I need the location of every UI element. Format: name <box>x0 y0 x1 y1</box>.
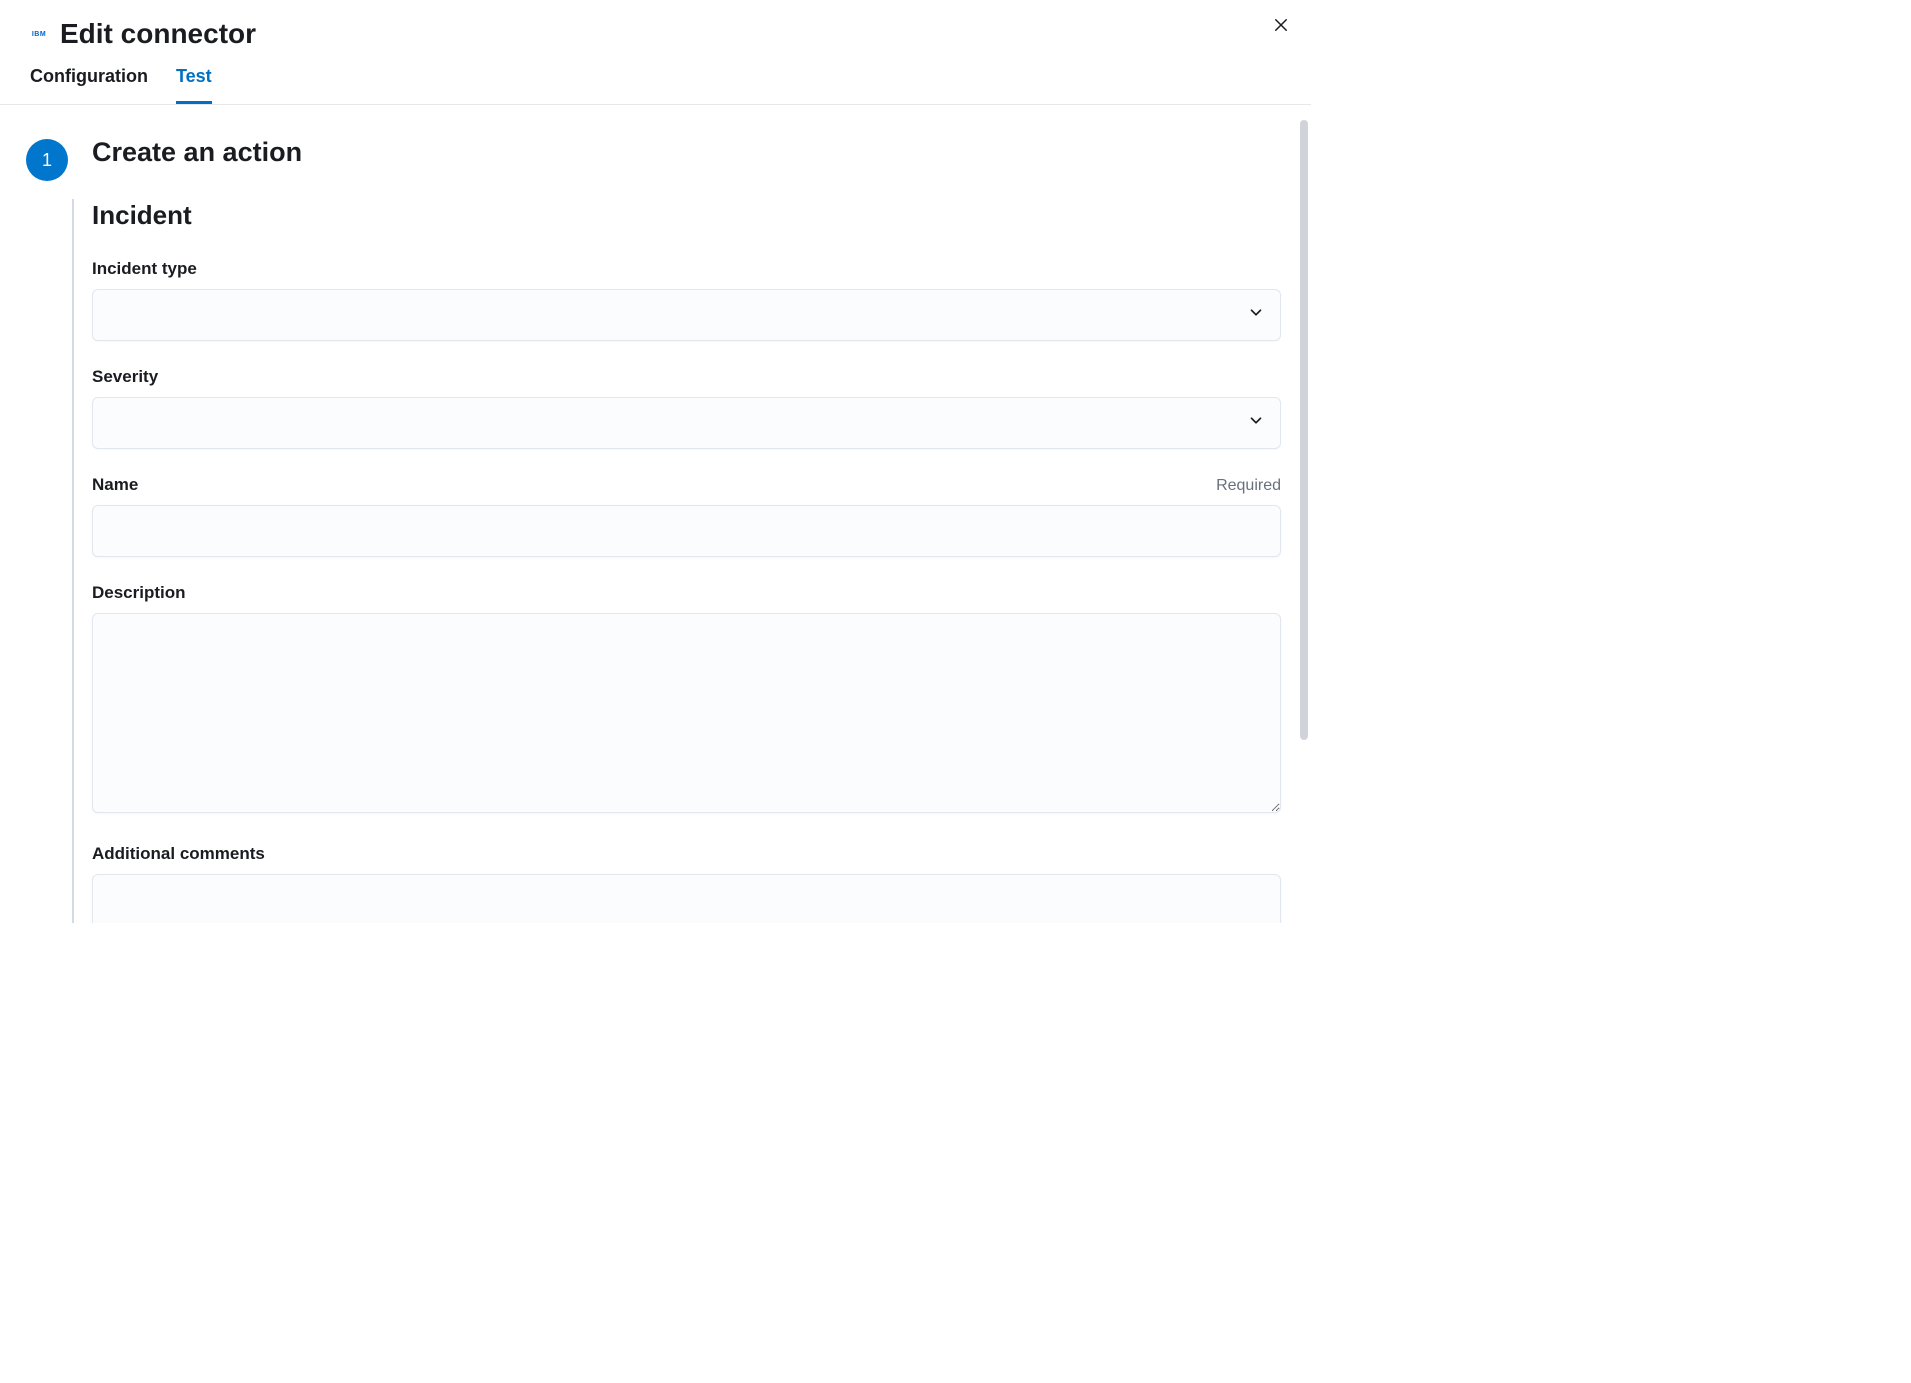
header: IBM Edit connector <box>0 0 1311 50</box>
label-incident-type: Incident type <box>92 259 197 279</box>
content: 1 Create an action Incident Incident typ… <box>0 105 1311 923</box>
page-title: Edit connector <box>60 18 256 50</box>
step-title: Create an action <box>92 137 1281 168</box>
section-title-incident: Incident <box>92 200 1281 231</box>
required-indicator: Required <box>1216 477 1281 495</box>
step-number-badge: 1 <box>26 139 68 181</box>
scrollbar[interactable] <box>1300 120 1308 740</box>
label-description: Description <box>92 583 186 603</box>
close-button[interactable] <box>1267 12 1295 40</box>
incident-type-select[interactable] <box>92 289 1281 341</box>
ibm-logo-icon: IBM <box>30 25 48 43</box>
tabs: Configuration Test <box>0 50 1311 105</box>
close-icon <box>1272 16 1290 37</box>
label-name: Name <box>92 475 138 495</box>
description-textarea[interactable] <box>92 613 1281 813</box>
severity-select[interactable] <box>92 397 1281 449</box>
name-input[interactable] <box>92 505 1281 557</box>
step-connector-line <box>72 199 74 923</box>
field-name: Name Required <box>92 475 1281 557</box>
field-severity: Severity <box>92 367 1281 449</box>
tab-test[interactable]: Test <box>176 66 212 104</box>
field-description: Description <box>92 583 1281 818</box>
field-incident-type: Incident type <box>92 259 1281 341</box>
label-additional-comments: Additional comments <box>92 844 265 864</box>
field-additional-comments: Additional comments <box>92 844 1281 923</box>
label-severity: Severity <box>92 367 158 387</box>
additional-comments-textarea[interactable] <box>92 874 1281 923</box>
tab-configuration[interactable]: Configuration <box>30 66 148 104</box>
